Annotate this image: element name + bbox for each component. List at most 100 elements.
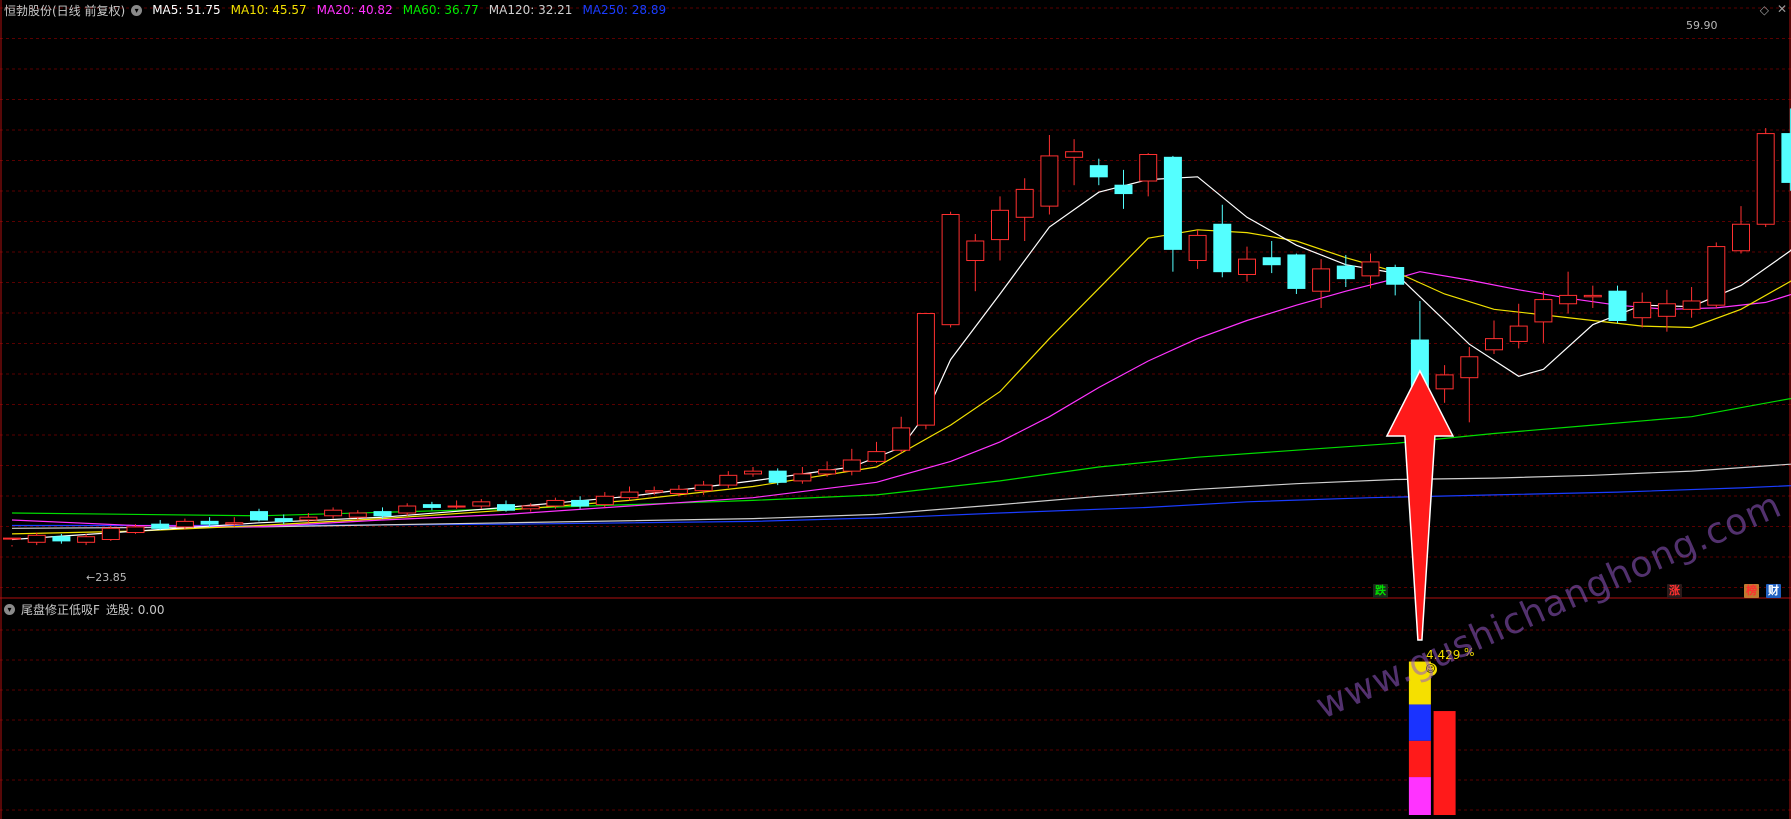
signal-arrow xyxy=(1385,369,1455,641)
candle-up xyxy=(966,240,985,262)
candle-up xyxy=(398,505,417,514)
candle-up xyxy=(299,516,318,521)
low-price-label: ←23.85 xyxy=(86,571,127,584)
candle-up xyxy=(1485,338,1503,351)
candle-down xyxy=(1287,254,1306,289)
grid xyxy=(0,0,1791,819)
candle-up xyxy=(1633,301,1652,319)
drop-tag[interactable]: 跌 xyxy=(1373,584,1388,598)
candle-up xyxy=(3,537,21,540)
indicator-legend: ▾ 尾盘修正低吸F 选股: 0.00 xyxy=(4,601,164,618)
indicator-segment xyxy=(1408,704,1431,741)
candle-down xyxy=(1262,257,1281,266)
candle-down xyxy=(1163,156,1182,250)
candle-up xyxy=(1139,154,1158,182)
ma10-line xyxy=(11,229,1791,535)
candle-up xyxy=(1756,133,1775,225)
candle-up xyxy=(472,501,491,507)
ma20-line xyxy=(11,271,1791,528)
ma-legend-item: MA120: 32.21 xyxy=(488,3,573,17)
candle-up xyxy=(744,470,762,475)
diamond-icon[interactable]: ◇ xyxy=(1760,3,1769,17)
candle-up xyxy=(818,469,837,475)
up-arrow-icon xyxy=(1385,369,1455,641)
candle-up xyxy=(27,534,46,543)
candle-down xyxy=(1386,266,1405,285)
legend-toggle-icon[interactable]: ▾ xyxy=(131,4,143,16)
candle-down xyxy=(200,520,219,525)
candle-up xyxy=(1509,325,1528,342)
candlesticks[interactable] xyxy=(3,44,1791,547)
candle-down xyxy=(1781,133,1791,183)
stock-title: 恒勃股份(日线 前复权) xyxy=(4,3,126,18)
candle-down xyxy=(1608,290,1627,322)
main-legend: 恒勃股份(日线 前复权) ▾ MA5: 51.75 MA10: 45.57 MA20… xyxy=(4,2,666,18)
candle-up xyxy=(521,505,540,510)
indicator-segment xyxy=(1408,777,1431,815)
candle-down xyxy=(1114,184,1133,195)
candle-up xyxy=(175,520,194,528)
candle-up xyxy=(77,536,96,543)
candle-down xyxy=(422,504,441,508)
candle-up xyxy=(941,213,960,326)
candle-down xyxy=(274,518,293,522)
ma5-line xyxy=(11,176,1791,541)
candle-up xyxy=(867,451,886,462)
candle-up xyxy=(1534,299,1553,323)
candle-up xyxy=(620,491,639,499)
candle-up xyxy=(348,512,367,518)
candle-up xyxy=(1707,246,1726,306)
candle-up xyxy=(645,490,664,493)
high-price-label: 59.90 xyxy=(1686,19,1718,32)
candle-down xyxy=(768,470,787,483)
candle-up xyxy=(1435,374,1454,390)
candle-up xyxy=(694,484,713,492)
candle-down xyxy=(151,523,170,529)
candle-up xyxy=(1559,294,1578,305)
ma-legend-item: MA250: 28.89 xyxy=(582,3,667,17)
candle-up xyxy=(126,526,145,534)
candle-down xyxy=(1213,223,1232,273)
moving-average-lines xyxy=(11,176,1791,541)
finance-tag[interactable]: 财 xyxy=(1766,584,1781,598)
candle-up xyxy=(447,505,466,508)
ma-legend-item: MA60: 36.77 xyxy=(402,3,479,17)
candle-up xyxy=(669,488,688,494)
candle-up xyxy=(1682,300,1701,310)
candle-up xyxy=(101,527,120,540)
indicator-value: 选股: 0.00 xyxy=(105,603,165,617)
low-price-value: 23.85 xyxy=(95,571,127,584)
candle-down xyxy=(1089,165,1108,178)
candle-up xyxy=(842,459,861,472)
candle-up xyxy=(793,473,812,482)
ma-legend-values: MA5: 51.75 MA10: 45.57 MA20: 40.82 MA60: 36… xyxy=(148,3,666,17)
candle-down xyxy=(497,504,515,511)
indicator-toggle-icon[interactable]: ▾ xyxy=(4,604,15,615)
candle-up xyxy=(1065,151,1084,158)
rise-tag[interactable]: 涨 xyxy=(1667,584,1682,598)
candle-up xyxy=(1238,258,1256,275)
candle-up xyxy=(595,495,614,506)
candle-up xyxy=(991,209,1009,241)
candle-up xyxy=(1040,155,1059,207)
candle-down xyxy=(571,499,590,507)
rank-tag[interactable]: 榜 xyxy=(1744,584,1759,598)
candle-up xyxy=(719,474,738,486)
kline-chart[interactable] xyxy=(0,0,1791,819)
candle-up xyxy=(546,499,565,507)
candle-up xyxy=(1732,223,1750,252)
ma-legend-item: MA5: 51.75 xyxy=(152,3,221,17)
candle-up xyxy=(225,522,244,525)
close-icon[interactable]: ✕ xyxy=(1777,2,1787,16)
candle-up xyxy=(1361,261,1380,277)
indicator-segment xyxy=(1433,711,1456,815)
candle-down xyxy=(1336,265,1355,280)
candle-down xyxy=(52,536,71,542)
indicator-segment xyxy=(1408,740,1431,778)
candle-up xyxy=(1583,294,1602,298)
candle-up xyxy=(324,509,343,517)
candle-up xyxy=(1657,303,1676,317)
indicator-title: 尾盘修正低吸F xyxy=(21,603,100,617)
ma-legend-item: MA20: 40.82 xyxy=(316,3,393,17)
candle-down xyxy=(250,511,268,521)
